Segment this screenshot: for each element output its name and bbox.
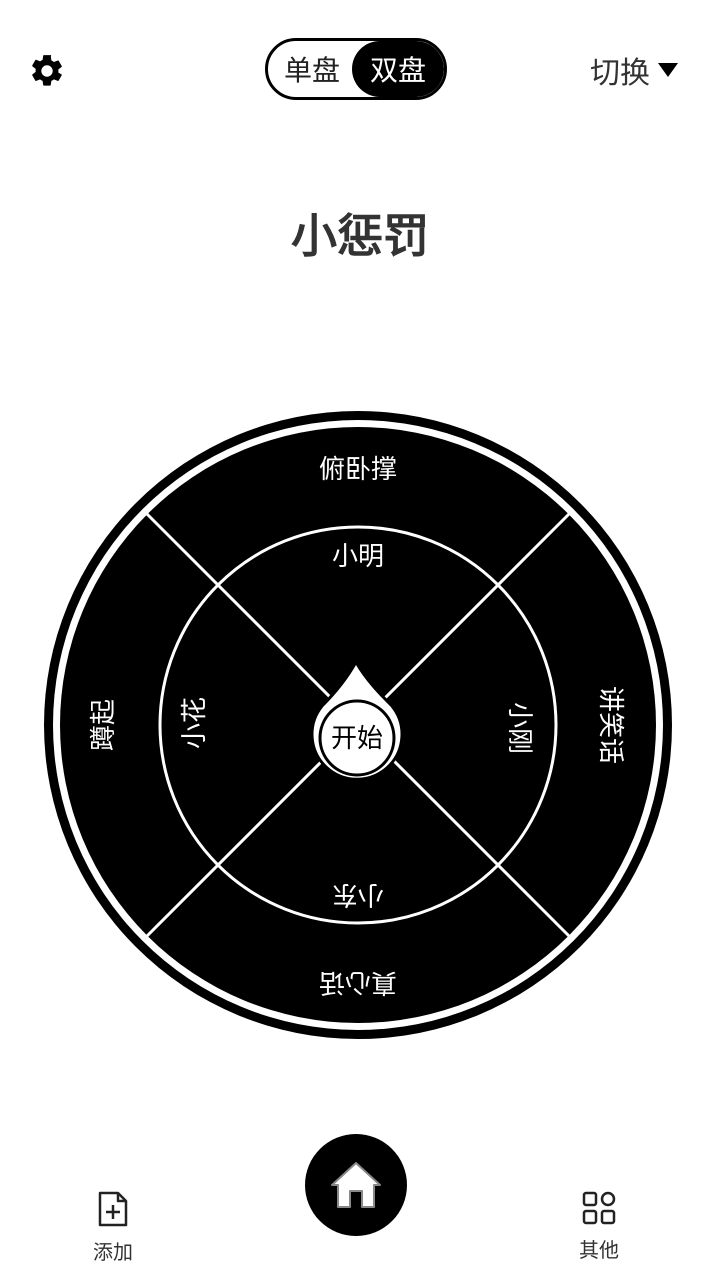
wheel-outer-label: 讲笑话 — [595, 686, 625, 764]
wheel-outer-label: 蹲起 — [89, 699, 119, 751]
nav-other[interactable]: 其他 — [549, 1190, 649, 1263]
add-file-icon — [98, 1191, 128, 1227]
spin-wheel[interactable]: 俯卧撑 讲笑话 真心话 蹲起 小明 小刚 小东 小花 开始 — [40, 400, 680, 1050]
nav-add-label: 添加 — [93, 1240, 133, 1264]
wheel-outer-label: 真心话 — [319, 967, 397, 997]
grid-icon — [582, 1191, 616, 1225]
switch-dropdown[interactable]: 切换 — [590, 50, 678, 91]
mode-single-option[interactable]: 单盘 — [268, 41, 356, 97]
nav-add[interactable]: 添加 — [63, 1190, 163, 1265]
home-button[interactable] — [305, 1134, 407, 1236]
mode-toggle[interactable]: 单盘 双盘 — [265, 38, 447, 100]
page-title: 小惩罚 — [291, 209, 429, 263]
caret-down-icon — [658, 63, 678, 77]
wheel-inner-label: 小东 — [332, 879, 384, 909]
home-icon — [331, 1162, 381, 1208]
wheel-inner-label: 小刚 — [504, 702, 534, 754]
gear-icon[interactable] — [28, 52, 66, 90]
switch-label: 切换 — [590, 56, 650, 91]
mode-double-option[interactable]: 双盘 — [352, 41, 444, 97]
start-label: 开始 — [331, 724, 383, 754]
wheel-inner-label: 小花 — [180, 697, 210, 749]
wheel-inner-label: 小明 — [332, 542, 384, 572]
wheel-outer-label: 俯卧撑 — [319, 455, 397, 485]
nav-other-label: 其他 — [579, 1238, 619, 1262]
